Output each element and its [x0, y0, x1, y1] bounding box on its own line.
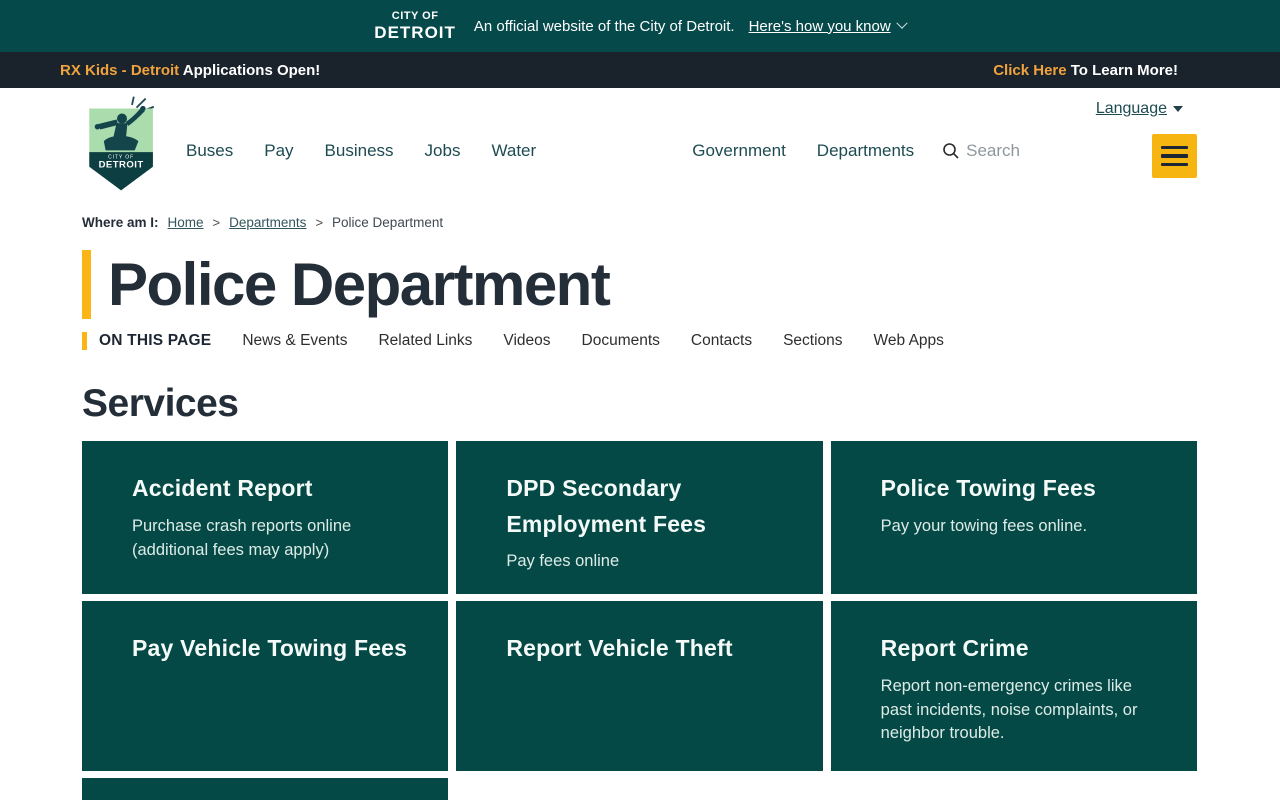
site-header: CITY OF DETROIT Buses Pay Business Jobs …	[0, 88, 1280, 198]
service-card-accident-report[interactable]: Accident Report Purchase crash reports o…	[82, 441, 449, 594]
official-website-text: An official website of the City of Detro…	[473, 17, 735, 35]
main-content: Where am I: Home > Departments > Police …	[0, 215, 1280, 800]
breadcrumb-current: Police Department	[332, 215, 444, 230]
language-label: Language	[1095, 100, 1167, 117]
hamburger-icon	[1161, 145, 1188, 150]
card-title: Accident Report	[132, 475, 313, 501]
caret-down-icon	[1173, 106, 1183, 112]
nav-water[interactable]: Water	[491, 141, 536, 161]
primary-nav: Buses Pay Business Jobs Water	[186, 141, 536, 161]
nav-pay[interactable]: Pay	[264, 141, 293, 161]
card-title: Report Crime	[880, 635, 1029, 661]
chevron-down-icon	[896, 17, 908, 29]
card-description: Purchase crash reports online (additiona…	[132, 516, 352, 559]
tab-web-apps[interactable]: Web Apps	[874, 332, 944, 350]
breadcrumb-home[interactable]: Home	[168, 215, 204, 230]
card-title: Police Towing Fees	[880, 475, 1096, 501]
tab-news-events[interactable]: News & Events	[242, 332, 347, 350]
tab-documents[interactable]: Documents	[582, 332, 660, 350]
service-card-report-vehicle-theft[interactable]: Report Vehicle Theft	[456, 601, 823, 771]
title-block: Police Department	[82, 250, 1197, 319]
tab-related-links[interactable]: Related Links	[378, 332, 472, 350]
breadcrumb-departments[interactable]: Departments	[229, 215, 306, 230]
heres-how-you-know-label: Here's how you know	[748, 17, 891, 35]
service-card-dpd-secondary-employment-fees[interactable]: DPD Secondary Employment Fees Pay fees o…	[456, 441, 823, 594]
card-description: Pay fees online	[506, 552, 620, 571]
service-card-police-towing-fees[interactable]: Police Towing Fees Pay your towing fees …	[830, 441, 1197, 594]
announcement-ticker: RX Kids - Detroit Applications Open! Cli…	[0, 52, 1280, 88]
card-description: Report non-emergency crimes like past in…	[880, 676, 1138, 743]
rx-kids-link[interactable]: RX Kids - Detroit	[60, 62, 179, 79]
nav-departments[interactable]: Departments	[817, 141, 914, 161]
menu-button[interactable]	[1152, 134, 1197, 178]
tab-contacts[interactable]: Contacts	[691, 332, 752, 350]
nav-jobs[interactable]: Jobs	[425, 141, 461, 161]
card-description: Pay your towing fees online.	[880, 516, 1088, 535]
detroit-logo[interactable]: CITY OF DETROIT	[82, 95, 162, 198]
language-selector[interactable]: Language	[1096, 100, 1183, 118]
search-icon	[943, 143, 959, 159]
service-card-report-crime[interactable]: Report Crime Report non-emergency crimes…	[830, 601, 1197, 771]
tab-sections[interactable]: Sections	[783, 332, 842, 350]
official-banner: CITY OF DETROIT An official website of t…	[0, 0, 1280, 52]
ticker-right: Click Here To Learn More!	[993, 62, 1178, 79]
card-title: Report Vehicle Theft	[506, 635, 733, 661]
nav-government[interactable]: Government	[692, 141, 786, 161]
breadcrumb: Where am I: Home > Departments > Police …	[82, 215, 1197, 230]
banner-logo-line1: CITY OF	[391, 10, 439, 22]
on-this-page-nav: ON THIS PAGE News & Events Related Links…	[82, 332, 1197, 350]
tab-videos[interactable]: Videos	[503, 332, 550, 350]
banner-city-logo: CITY OF DETROIT	[374, 10, 456, 42]
on-this-page-label: ON THIS PAGE	[82, 332, 211, 350]
services-heading: Services	[82, 382, 239, 425]
ticker-left-text: Applications Open!	[179, 61, 321, 79]
nav-business[interactable]: Business	[325, 141, 394, 161]
ticker-left: RX Kids - Detroit Applications Open!	[60, 62, 320, 79]
services-grid: Accident Report Purchase crash reports o…	[82, 441, 1197, 800]
search-button[interactable]: Search	[941, 141, 1020, 161]
breadcrumb-separator: >	[315, 215, 324, 230]
banner-logo-line2: DETROIT	[374, 23, 456, 42]
page-title: Police Department	[108, 251, 611, 318]
nav-buses[interactable]: Buses	[186, 141, 233, 161]
search-placeholder: Search	[966, 141, 1020, 160]
click-here-link[interactable]: Click Here	[993, 62, 1066, 79]
card-title: Pay Vehicle Towing Fees	[132, 635, 408, 661]
secondary-nav: Government Departments	[692, 141, 914, 161]
spirit-of-detroit-emblem: CITY OF DETROIT	[89, 96, 155, 190]
breadcrumb-prefix: Where am I:	[82, 215, 159, 230]
heres-how-you-know-link[interactable]: Here's how you know	[748, 17, 908, 35]
service-card-partial[interactable]	[82, 778, 449, 800]
service-card-pay-vehicle-towing-fees[interactable]: Pay Vehicle Towing Fees	[82, 601, 449, 771]
logo-band-large: DETROIT	[99, 159, 144, 170]
breadcrumb-separator: >	[212, 215, 221, 230]
ticker-right-text: To Learn More!	[1066, 61, 1178, 79]
card-title: DPD Secondary Employment Fees	[506, 475, 707, 537]
